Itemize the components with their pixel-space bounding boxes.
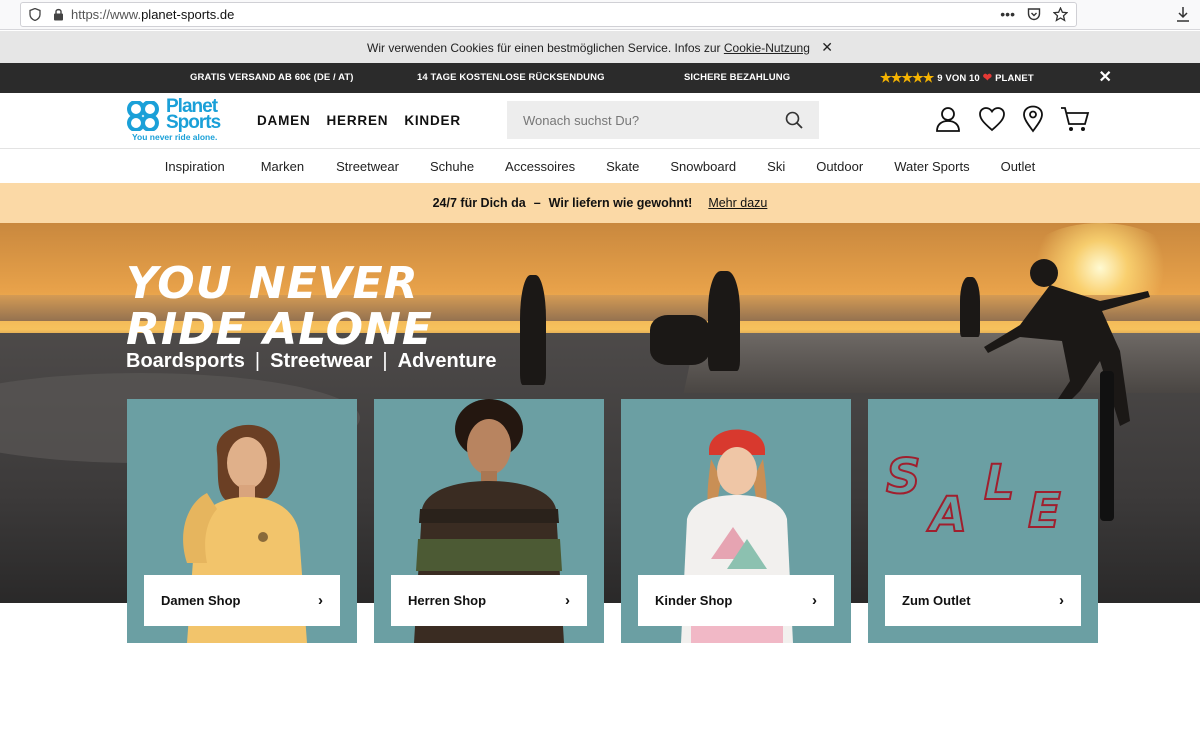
chevron-right-icon: › xyxy=(318,592,323,609)
chevron-right-icon: › xyxy=(1059,592,1064,609)
category-accessoires[interactable]: Accessoires xyxy=(505,159,575,174)
category-water-sports[interactable]: Water Sports xyxy=(894,159,969,174)
sale-letter-a: A xyxy=(929,486,970,544)
url-prefix: https://www. xyxy=(71,7,142,22)
cookie-policy-link[interactable]: Cookie-Nutzung xyxy=(724,41,810,55)
kinder-shop-button[interactable]: Kinder Shop › xyxy=(638,575,834,626)
category-streetwear[interactable]: Streetwear xyxy=(336,159,399,174)
category-outdoor[interactable]: Outdoor xyxy=(816,159,863,174)
promo-part-1: 24/7 für Dich da xyxy=(432,196,526,210)
shield-icon[interactable] xyxy=(29,8,41,21)
logo-mark-icon xyxy=(127,101,159,131)
rating-badge[interactable]: ★★★★★ 9 VON 10 ❤ PLANET xyxy=(880,63,1034,94)
damen-shop-button[interactable]: Damen Shop › xyxy=(144,575,340,626)
category-snowboard[interactable]: Snowboard xyxy=(670,159,736,174)
category-nav: Inspiration Marken Streetwear Schuhe Acc… xyxy=(0,149,1200,183)
search-box xyxy=(507,101,819,139)
sale-letter-s: S xyxy=(885,448,923,506)
usp-free-shipping: GRATIS VERSAND AB 60€ (DE / AT) xyxy=(190,72,354,83)
heart-icon: ❤ xyxy=(982,72,993,84)
hero-sub-streetwear[interactable]: Streetwear xyxy=(270,350,372,372)
header-actions xyxy=(934,105,1090,133)
crowd-silhouette xyxy=(650,315,710,365)
usp-secure-payment: SICHERE BEZAHLUNG xyxy=(684,72,791,83)
hero-sub-boardsports[interactable]: Boardsports xyxy=(126,350,245,372)
tile-damen[interactable]: Damen Shop › xyxy=(127,399,357,643)
chevron-right-icon: › xyxy=(812,592,817,609)
search-input[interactable] xyxy=(507,101,777,139)
rating-brand: PLANET xyxy=(995,73,1034,84)
hero-sub-adventure[interactable]: Adventure xyxy=(398,350,497,372)
logo-text: Planet Sports xyxy=(166,97,221,133)
tile-herren[interactable]: Herren Shop › xyxy=(374,399,604,643)
store-locator-pin-icon[interactable] xyxy=(1022,105,1044,133)
pocket-icon[interactable] xyxy=(1027,7,1041,21)
wishlist-heart-icon[interactable] xyxy=(978,106,1006,132)
rating-stars-icon: ★★★★★ xyxy=(880,70,934,85)
page-actions-menu-icon[interactable]: ••• xyxy=(1000,6,1015,22)
logo-line-2: Sports xyxy=(166,112,221,133)
rating-text: 9 VON 10 xyxy=(937,73,980,84)
outlet-label: Zum Outlet xyxy=(902,593,971,608)
herren-shop-label: Herren Shop xyxy=(408,593,487,608)
logo-tagline: You never ride alone. xyxy=(132,132,218,142)
nav-damen[interactable]: DAMEN xyxy=(257,113,311,128)
lock-icon[interactable] xyxy=(53,8,64,21)
usp-bar: GRATIS VERSAND AB 60€ (DE / AT) 14 TAGE … xyxy=(0,63,1200,93)
hero-sub-separator: | xyxy=(382,350,388,372)
main-nav: DAMEN HERREN KINDER xyxy=(257,113,461,128)
promo-more-link[interactable]: Mehr dazu xyxy=(708,196,767,210)
account-icon[interactable] xyxy=(934,105,962,133)
cart-icon[interactable] xyxy=(1060,105,1090,133)
cookie-close-icon[interactable]: ✕ xyxy=(821,31,833,63)
nav-herren[interactable]: HERREN xyxy=(327,113,389,128)
promo-bar: 24/7 für Dich da – Wir liefern wie gewohnt… xyxy=(0,183,1200,223)
category-schuhe[interactable]: Schuhe xyxy=(430,159,474,174)
hero-subtitle: Boardsports | Streetwear | Adventure xyxy=(126,350,497,373)
category-inspiration[interactable]: Inspiration xyxy=(165,159,225,174)
outlet-button[interactable]: Zum Outlet › xyxy=(885,575,1081,626)
hero-title: YOU NEVER RIDE ALONE xyxy=(126,261,433,353)
person-silhouette xyxy=(960,277,980,337)
category-skate[interactable]: Skate xyxy=(606,159,639,174)
skater-silhouette xyxy=(520,275,546,385)
sale-letter-l: L xyxy=(983,454,1017,512)
site-header: Planet Sports You never ride alone. DAME… xyxy=(0,93,1200,149)
hero-sub-separator: | xyxy=(254,350,261,372)
address-bar[interactable]: https://www.planet-sports.de ••• xyxy=(20,2,1077,27)
chevron-right-icon: › xyxy=(565,592,570,609)
damen-shop-label: Damen Shop xyxy=(161,593,241,608)
sale-letter-e: E xyxy=(1027,482,1063,540)
herren-shop-button[interactable]: Herren Shop › xyxy=(391,575,587,626)
category-ski[interactable]: Ski xyxy=(767,159,785,174)
download-icon[interactable] xyxy=(1176,6,1190,22)
url-domain: planet-sports.de xyxy=(141,7,235,22)
browser-toolbar: https://www.planet-sports.de ••• xyxy=(0,0,1200,30)
site-logo[interactable]: Planet Sports You never ride alone. xyxy=(126,97,226,143)
usp-free-returns: 14 TAGE KOSTENLOSE RÜCKSENDUNG xyxy=(417,72,605,83)
search-icon[interactable] xyxy=(785,111,803,129)
bookmark-star-icon[interactable] xyxy=(1053,6,1068,22)
tile-outlet[interactable]: S A L E Zum Outlet › xyxy=(868,399,1098,643)
category-outlet[interactable]: Outlet xyxy=(1001,159,1036,174)
promo-separator: – xyxy=(533,196,541,210)
cookie-notice: Wir verwenden Cookies für einen bestmögl… xyxy=(0,31,1200,63)
url-text[interactable]: https://www.planet-sports.de xyxy=(71,7,234,22)
kinder-shop-label: Kinder Shop xyxy=(655,593,733,608)
nav-kinder[interactable]: KINDER xyxy=(404,113,461,128)
hero-title-line-2: RIDE ALONE xyxy=(126,304,433,355)
hero-title-line-1: YOU NEVER xyxy=(126,258,419,309)
promo-part-2: Wir liefern wie gewohnt! xyxy=(548,196,693,210)
person-silhouette xyxy=(708,271,740,371)
category-marken[interactable]: Marken xyxy=(261,159,304,174)
usp-close-icon[interactable]: ✕ xyxy=(1098,63,1112,93)
tile-kinder[interactable]: Kinder Shop › xyxy=(621,399,851,643)
cookie-text: Wir verwenden Cookies für einen bestmögl… xyxy=(367,41,724,55)
